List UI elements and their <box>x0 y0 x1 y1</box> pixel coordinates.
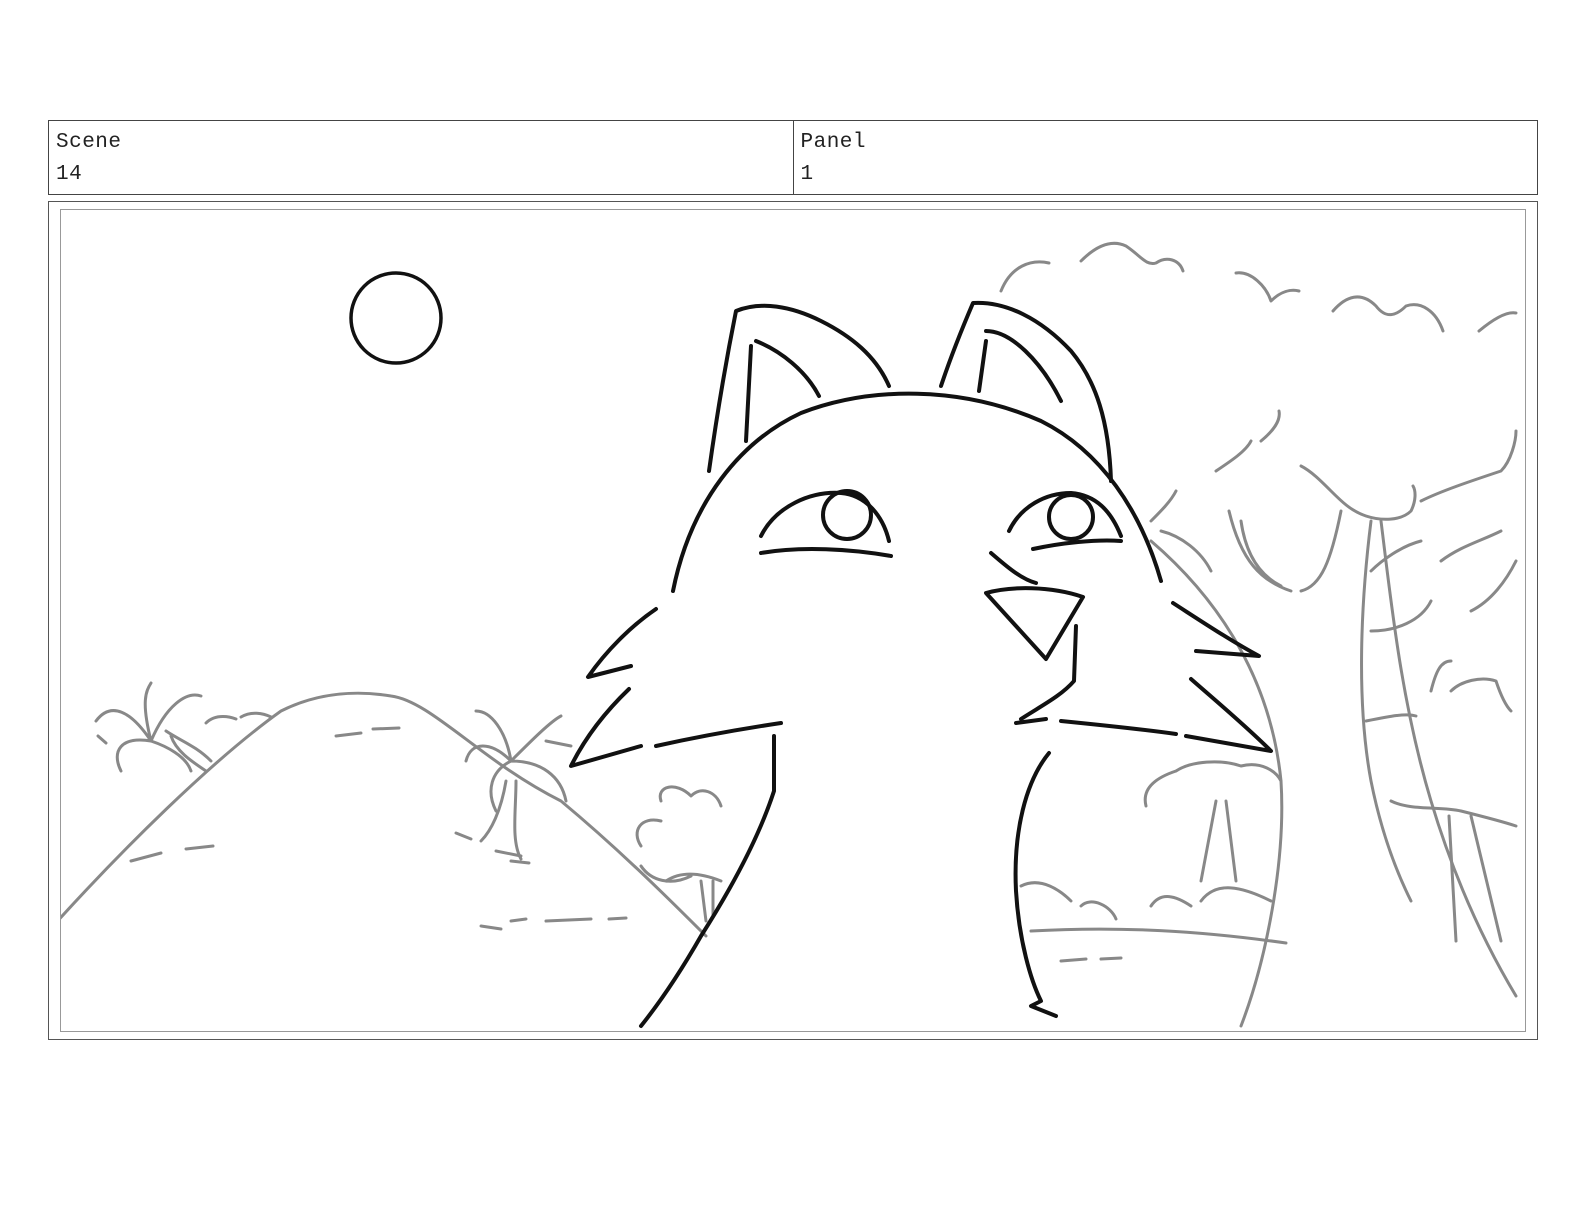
hill-dash-2 <box>129 844 215 863</box>
right-bushes <box>1019 881 1273 921</box>
storyboard-sketch <box>61 241 1518 1028</box>
cat-right-pupil <box>1047 493 1095 541</box>
big-tree-trunk-left <box>1360 519 1413 903</box>
cat-nose-top <box>989 551 1038 585</box>
left-bushes-top <box>204 711 273 725</box>
scene-cell: Scene 14 <box>49 121 793 194</box>
right-hill-trees <box>1149 489 1213 573</box>
big-tree-crown-lower <box>1214 409 1518 521</box>
cat-left-ear-inner <box>744 339 821 443</box>
cat-left-ear <box>707 303 891 473</box>
cat-left-cheek-fur <box>569 607 658 768</box>
ground-dashes-left <box>479 916 628 931</box>
right-ground-line <box>1029 927 1288 945</box>
panel-label: Panel <box>800 131 867 154</box>
cat-right-ear-inner <box>977 329 1063 403</box>
right-hill-edge <box>1149 539 1284 1028</box>
panel-number: 1 <box>800 163 814 186</box>
cat-right-eye-lower <box>1031 538 1123 551</box>
cat-chin-line-left <box>654 721 783 748</box>
cat-chin-line-right <box>1014 717 1178 736</box>
scene-number: 14 <box>56 163 83 186</box>
cat-left-eye-lower <box>759 547 893 558</box>
middle-palm-leaves <box>464 709 573 813</box>
right-ground-dashes <box>1059 956 1123 963</box>
big-tree-roots <box>1389 799 1518 943</box>
cat-nose <box>984 586 1085 661</box>
bush-tree-trunk <box>699 879 715 923</box>
panel-cell: Panel 1 <box>792 121 1538 194</box>
cat-sketch <box>569 300 1273 1028</box>
cat-right-cheek-fur <box>1171 601 1273 753</box>
middle-palm-trunk <box>479 779 523 861</box>
sun-sketch <box>349 271 443 365</box>
big-tree-crown <box>999 241 1518 333</box>
cat-left-pupil <box>821 489 873 541</box>
storyboard-frame <box>60 209 1526 1032</box>
hill-dash-1 <box>334 726 401 738</box>
bush-tree-crown <box>635 785 723 883</box>
big-tree-branches <box>1227 509 1518 723</box>
right-small-tree <box>1143 760 1283 883</box>
cat-right-eye-lid <box>1007 491 1123 538</box>
scene-panel-header: Scene 14 Panel 1 <box>48 120 1538 195</box>
scene-label: Scene <box>56 131 122 154</box>
